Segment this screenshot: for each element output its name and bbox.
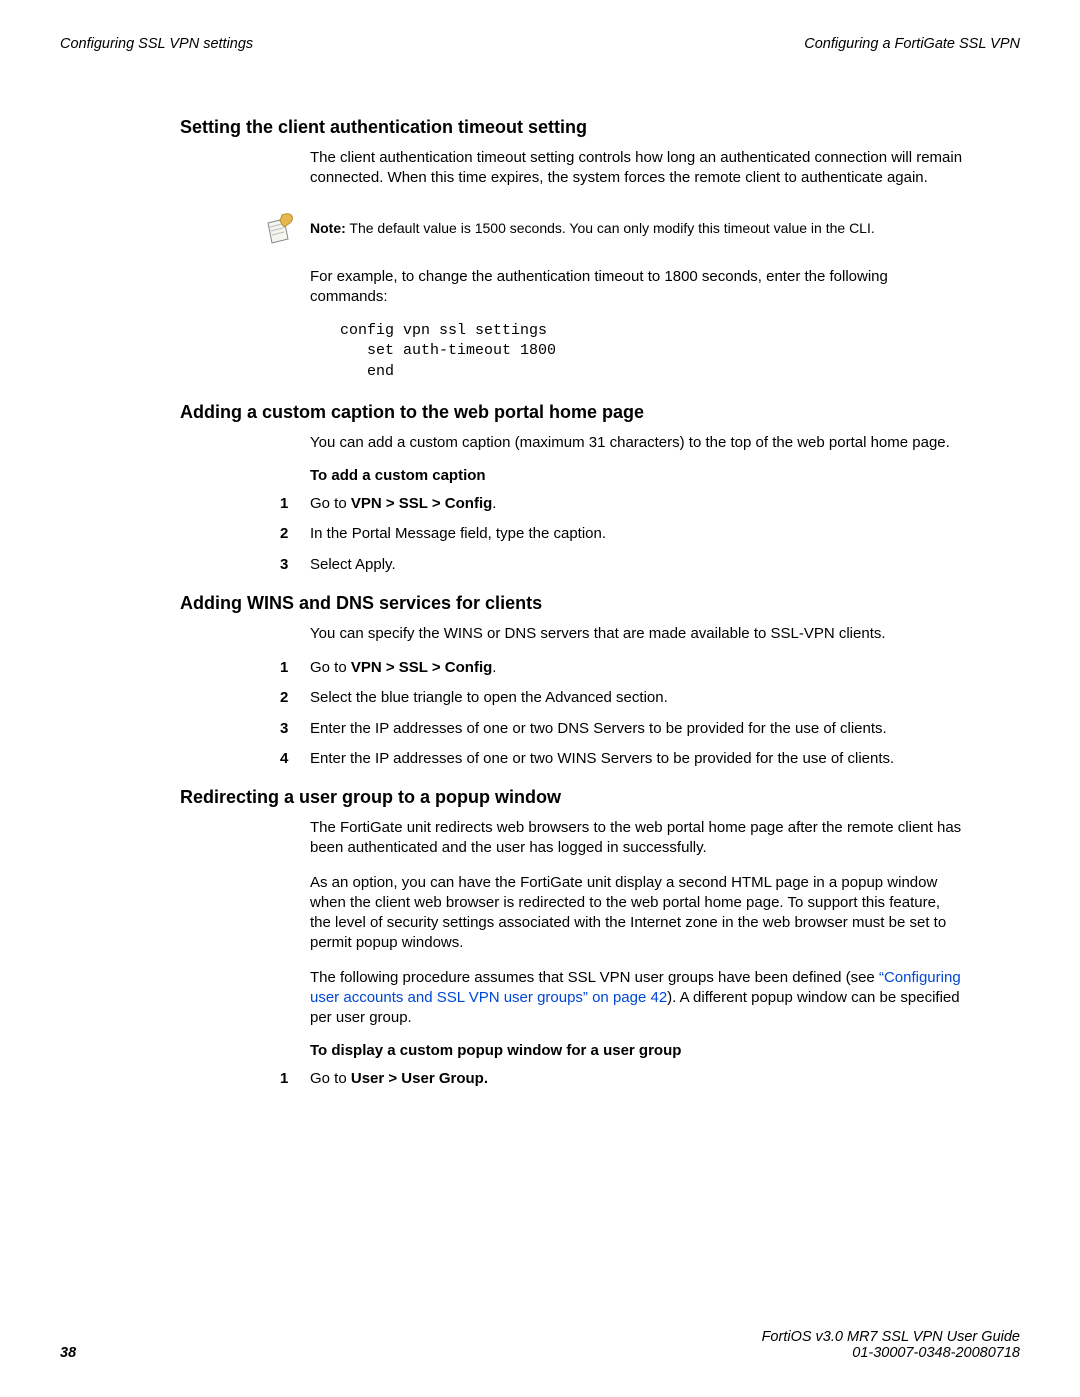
step-list: 1Go to VPN > SSL > Config. 2Select the b… [280,658,965,769]
heading-wins-dns: Adding WINS and DNS services for clients [180,593,965,614]
body-text: You can specify the WINS or DNS servers … [310,624,965,644]
list-item: 3Select Apply. [280,555,965,575]
list-item: 3Enter the IP addresses of one or two DN… [280,719,965,739]
list-item: 2In the Portal Message field, type the c… [280,524,965,544]
list-item: 1Go to User > User Group. [280,1069,965,1089]
heading-auth-timeout: Setting the client authentication timeou… [180,117,965,138]
header-right: Configuring a FortiGate SSL VPN [804,36,1020,52]
heading-custom-caption: Adding a custom caption to the web porta… [180,402,965,423]
body-text: As an option, you can have the FortiGate… [310,873,965,954]
page-footer: 38 FortiOS v3.0 MR7 SSL VPN User Guide 0… [60,1329,1020,1361]
body-text: For example, to change the authenticatio… [310,267,965,308]
step-list: 1Go to VPN > SSL > Config. 2In the Porta… [280,494,965,575]
body-text: The client authentication timeout settin… [310,148,965,189]
step-list: 1Go to User > User Group. [280,1069,965,1089]
list-item: 1Go to VPN > SSL > Config. [280,494,965,514]
list-item: 1Go to VPN > SSL > Config. [280,658,965,678]
list-item: 2Select the blue triangle to open the Ad… [280,688,965,708]
code-block: config vpn ssl settings set auth-timeout… [340,321,965,382]
page-header: Configuring SSL VPN settings Configuring… [60,36,1020,52]
procedure-heading: To display a custom popup window for a u… [310,1042,965,1059]
note-text: Note: The default value is 1500 seconds.… [310,209,875,238]
page-number: 38 [60,1345,76,1361]
heading-redirect-popup: Redirecting a user group to a popup wind… [180,787,965,808]
list-item: 4Enter the IP addresses of one or two WI… [280,749,965,769]
footer-docid: 01-30007-0348-20080718 [762,1345,1020,1361]
header-left: Configuring SSL VPN settings [60,36,253,52]
procedure-heading: To add a custom caption [310,467,965,484]
body-text: The FortiGate unit redirects web browser… [310,818,965,859]
body-text: You can add a custom caption (maximum 31… [310,433,965,453]
note-block: Note: The default value is 1500 seconds.… [260,209,965,249]
body-text: The following procedure assumes that SSL… [310,968,965,1029]
footer-title: FortiOS v3.0 MR7 SSL VPN User Guide [762,1329,1020,1345]
note-icon [260,209,310,249]
